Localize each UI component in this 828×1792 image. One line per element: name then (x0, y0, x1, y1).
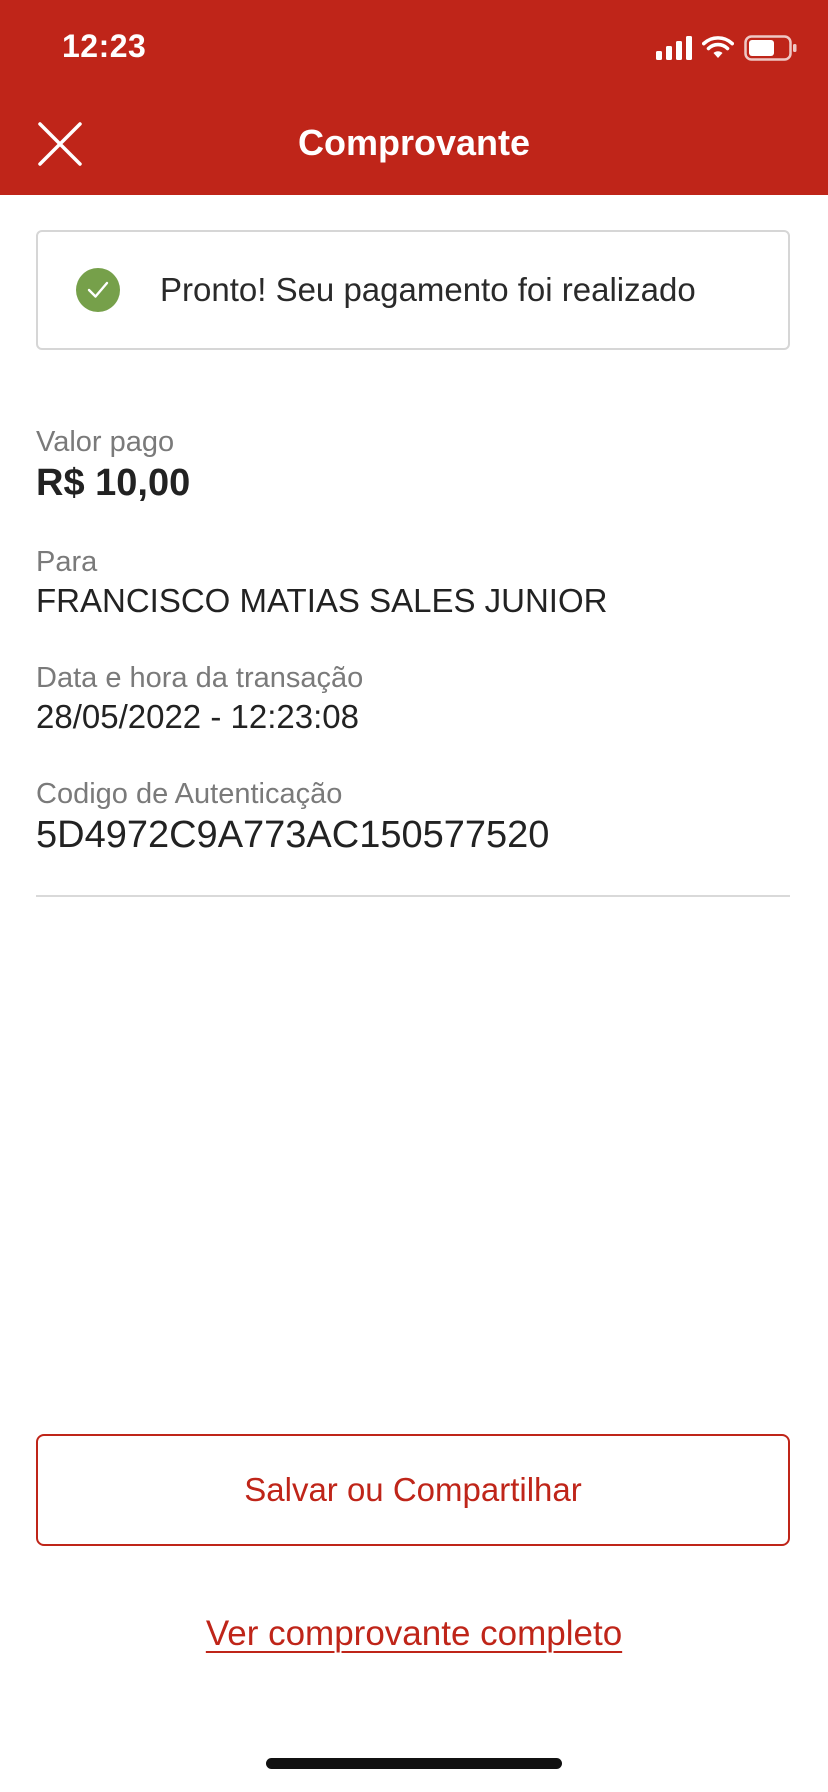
app-header: 12:23 Comprovante (0, 0, 828, 195)
datetime-label: Data e hora da transação (36, 662, 364, 694)
auth-code-label: Codigo de Autenticação (36, 778, 343, 810)
datetime-value: 28/05/2022 - 12:23:08 (36, 698, 359, 735)
auth-code-value: 5D4972C9A773AC150577520 (36, 814, 550, 856)
recipient-field: Para FRANCISCO MATIAS SALES JUNIOR (36, 544, 790, 622)
home-indicator (266, 1758, 562, 1769)
check-circle-icon (76, 268, 120, 312)
view-full-receipt-link[interactable]: Ver comprovante completo (0, 1614, 828, 1654)
datetime-field: Data e hora da transação 28/05/2022 - 12… (36, 660, 790, 738)
battery-icon (744, 34, 798, 66)
signal-icon (656, 35, 692, 65)
wifi-icon (702, 35, 734, 65)
success-banner: Pronto! Seu pagamento foi realizado (36, 230, 790, 350)
status-icons (656, 34, 798, 66)
status-time: 12:23 (62, 28, 147, 64)
success-message: Pronto! Seu pagamento foi realizado (160, 271, 696, 308)
amount-label: Valor pago (36, 426, 175, 458)
page-title: Comprovante (297, 122, 531, 163)
receipt-screen: 12:23 Comprovante Pronto! Seu pagamento … (0, 0, 828, 1792)
divider (36, 895, 790, 897)
auth-code-field: Codigo de Autenticação 5D4972C9A773AC150… (36, 776, 790, 858)
amount-value: R$ 10,00 (36, 462, 191, 504)
save-share-button[interactable]: Salvar ou Compartilhar (36, 1434, 790, 1546)
amount-field: Valor pago R$ 10,00 (36, 424, 790, 506)
recipient-value: FRANCISCO MATIAS SALES JUNIOR (36, 582, 608, 619)
recipient-label: Para (36, 546, 98, 578)
